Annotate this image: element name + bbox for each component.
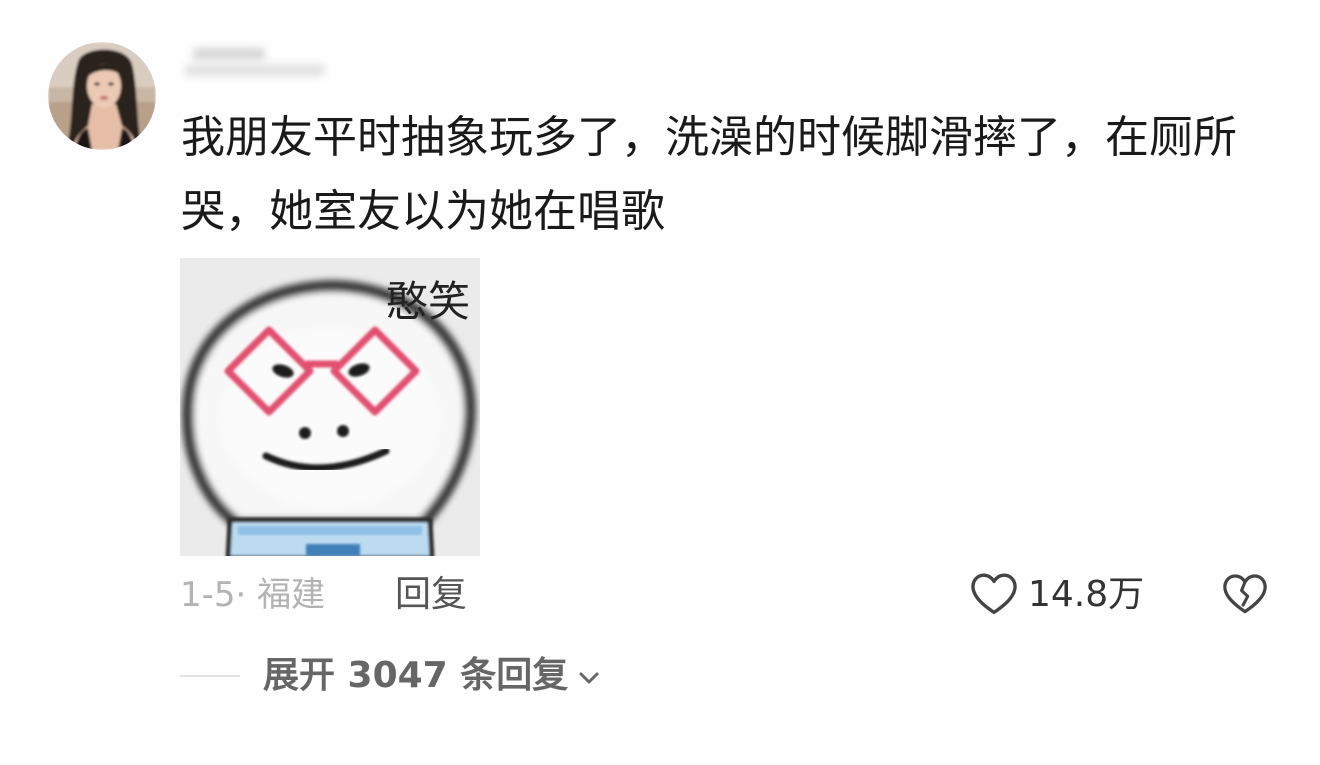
sticker-image[interactable]: 憨笑 — [180, 258, 480, 556]
heart-outline-icon[interactable] — [970, 572, 1018, 616]
expand-divider — [180, 675, 240, 677]
hanxiao-sticker-icon: 憨笑 — [180, 258, 480, 556]
chevron-down-icon — [579, 672, 599, 684]
comment-date-location: 1-5· 福建 — [180, 575, 326, 615]
username-blur — [193, 48, 265, 60]
expand-replies-label: 展开 3047 条回复 — [263, 655, 569, 696]
comment-text: 我朋友平时抽象玩多了，洗澡的时候脚滑摔了，在厕所哭，她室友以为她在唱歌 — [181, 112, 1237, 237]
username-blur — [185, 64, 325, 76]
user-avatar[interactable] — [48, 42, 156, 150]
expand-replies-button[interactable]: 展开 3047 条回复 — [263, 653, 602, 699]
like-count: 14.8万 — [1028, 574, 1145, 615]
sticker-caption: 憨笑 — [386, 277, 470, 326]
reply-button[interactable]: 回复 — [395, 572, 467, 618]
avatar-photo-icon — [48, 42, 156, 150]
broken-heart-icon[interactable] — [1222, 572, 1268, 616]
username-redacted[interactable] — [185, 44, 335, 82]
